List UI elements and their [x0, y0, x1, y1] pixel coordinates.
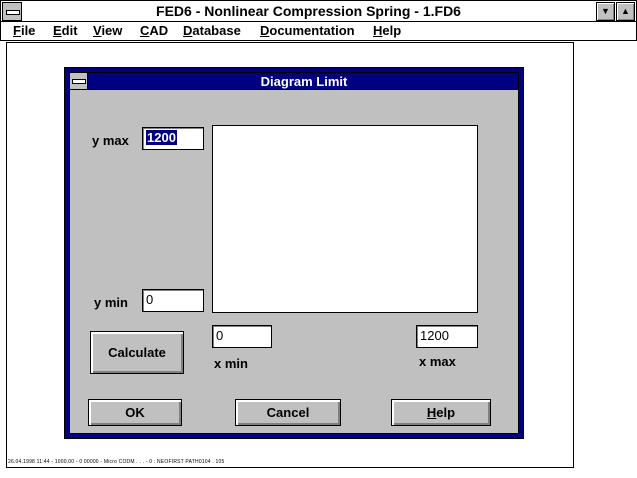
- window-titlebar[interactable]: FED6 - Nonlinear Compression Spring - 1.…: [0, 0, 637, 22]
- diagram-preview: [212, 125, 478, 313]
- xmax-label: x max: [419, 354, 456, 369]
- menu-edit[interactable]: Edit: [53, 23, 78, 38]
- xmin-input[interactable]: 0: [212, 325, 272, 348]
- help-button[interactable]: Help: [391, 399, 491, 426]
- ok-button[interactable]: OK: [88, 399, 182, 426]
- ymax-input[interactable]: 1200: [142, 127, 204, 150]
- menu-help[interactable]: Help: [373, 23, 401, 38]
- calculate-button[interactable]: Calculate: [90, 331, 184, 374]
- dialog-titlebar[interactable]: Diagram Limit: [70, 73, 518, 90]
- menu-bar: File Edit View CAD Database Documentatio…: [0, 22, 637, 41]
- ymin-label: y min: [94, 295, 128, 310]
- menu-database[interactable]: Database: [183, 23, 241, 38]
- cancel-button[interactable]: Cancel: [235, 399, 341, 426]
- menu-cad[interactable]: CAD: [140, 23, 168, 38]
- xmin-label: x min: [214, 356, 248, 371]
- status-line: 26.04.1998 11:44 - 1000.00 - 0 00000 - M…: [8, 459, 225, 465]
- menu-view[interactable]: View: [93, 23, 122, 38]
- menu-file[interactable]: File: [13, 23, 35, 38]
- ymin-input[interactable]: 0: [142, 289, 204, 312]
- minimize-button[interactable]: ▼: [596, 2, 615, 21]
- menu-documentation[interactable]: Documentation: [260, 23, 355, 38]
- diagram-limit-dialog: Diagram Limit y max 1200 y min 0 Calcula…: [64, 67, 524, 439]
- dialog-title: Diagram Limit: [260, 74, 348, 89]
- dialog-body: Diagram Limit y max 1200 y min 0 Calcula…: [69, 72, 519, 434]
- window-title: FED6 - Nonlinear Compression Spring - 1.…: [156, 3, 461, 19]
- ymax-label: y max: [92, 133, 129, 148]
- maximize-button[interactable]: ▲: [616, 2, 635, 21]
- dialog-system-menu-icon[interactable]: [70, 73, 88, 89]
- system-menu-icon[interactable]: [2, 2, 22, 21]
- xmax-input[interactable]: 1200: [416, 325, 478, 348]
